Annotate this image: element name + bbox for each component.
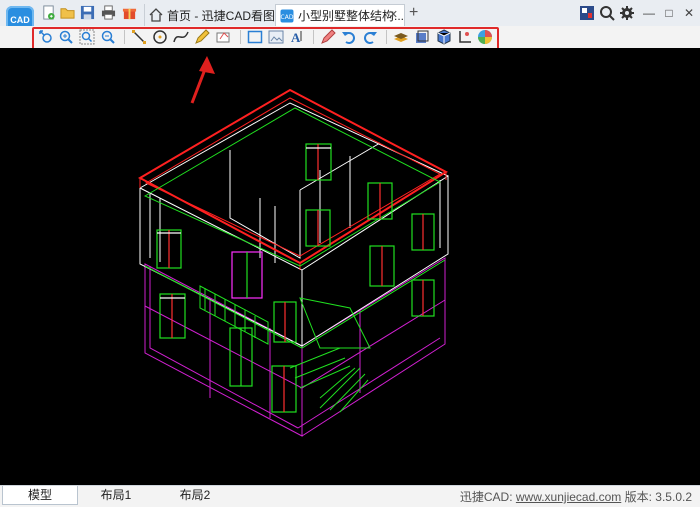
print-icon[interactable] xyxy=(101,5,116,20)
close-tab-icon[interactable]: ✕ xyxy=(389,8,398,21)
tab-layout2[interactable]: 布局2 xyxy=(158,486,232,504)
tab-model-label: 模型 xyxy=(27,488,52,502)
tab-model[interactable]: 模型 xyxy=(2,486,78,505)
new-tab-button[interactable]: + xyxy=(409,4,418,22)
gear-icon[interactable] xyxy=(619,5,635,21)
status-version: 3.5.0.2 xyxy=(655,490,692,504)
home-icon xyxy=(149,8,163,22)
toolbar-highlight-box xyxy=(32,27,499,50)
tab-home-label: 首页 - 迅捷CAD看图 xyxy=(167,8,276,23)
flag-icon[interactable] xyxy=(579,5,595,21)
cad-file-icon: CAD xyxy=(280,9,294,22)
maximize-button[interactable]: □ xyxy=(661,5,677,21)
window-upper-left xyxy=(156,229,182,269)
new-file-icon[interactable] xyxy=(41,5,56,20)
status-brand: 迅捷CAD: xyxy=(459,490,513,504)
window-upper-mid xyxy=(305,143,332,181)
window-lower-far-right xyxy=(411,279,435,317)
drawing-canvas[interactable] xyxy=(0,48,700,485)
status-url-link[interactable]: www.xunjiecad.com xyxy=(516,490,621,504)
tab-layout1-label: 布局1 xyxy=(100,488,132,502)
window-upper-far-right xyxy=(411,213,435,251)
svg-text:CAD: CAD xyxy=(281,13,294,20)
save-icon[interactable] xyxy=(80,5,95,20)
window-lower-right xyxy=(369,245,395,287)
annotation-arrow-head xyxy=(199,56,215,74)
tab-home[interactable]: 首页 - 迅捷CAD看图 xyxy=(144,4,279,26)
app-logo-text: CAD xyxy=(10,15,30,25)
window-lower-center xyxy=(273,301,297,343)
window-lower-mid xyxy=(231,251,263,299)
tab-layout2-label: 布局2 xyxy=(179,488,211,502)
zoom-search-icon[interactable] xyxy=(599,5,615,21)
close-window-button[interactable]: ✕ xyxy=(681,5,697,21)
open-folder-icon[interactable] xyxy=(60,5,75,20)
tab-layout1[interactable]: 布局1 xyxy=(80,486,152,504)
door-main xyxy=(229,327,253,387)
status-info: 迅捷CAD: www.xunjiecad.com 版本: 3.5.0.2 xyxy=(460,488,692,505)
door-ground xyxy=(271,365,297,413)
gift-icon[interactable] xyxy=(122,5,137,20)
minimize-button[interactable]: — xyxy=(641,5,657,21)
tab-drawing[interactable]: CAD 小型别墅整体结构... ✕ xyxy=(275,4,405,26)
status-version-label: 版本: xyxy=(624,490,652,504)
house-3d-drawing xyxy=(137,56,449,437)
